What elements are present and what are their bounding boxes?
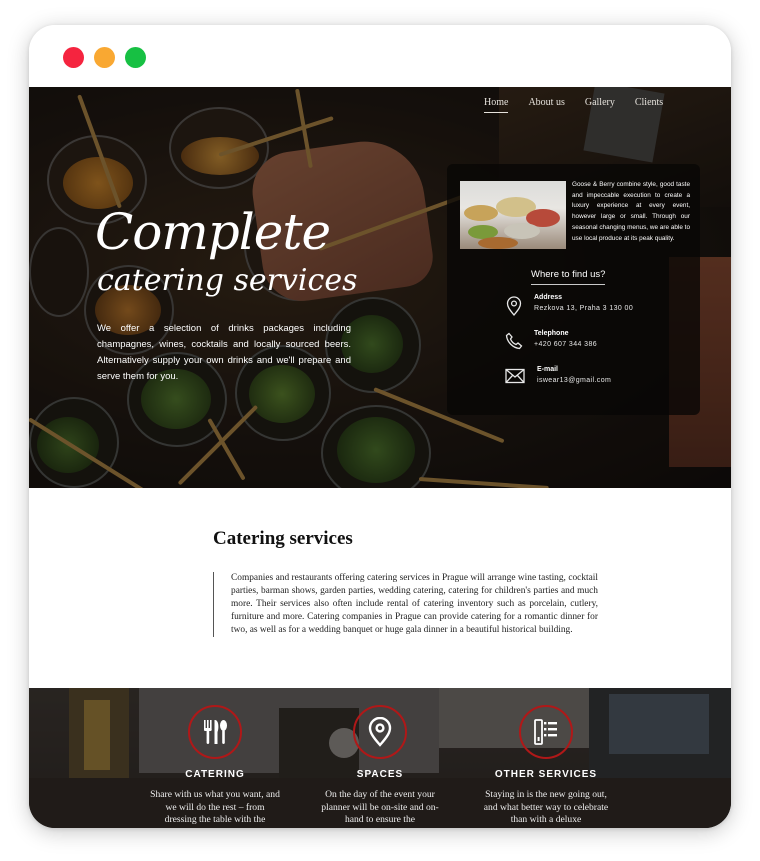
telephone-value[interactable]: +420 607 344 386	[534, 339, 597, 350]
minimize-button[interactable]	[94, 47, 115, 68]
location-pin-icon	[505, 296, 525, 317]
company-description: Goose & Berry combine style, good taste …	[572, 181, 690, 242]
section-body: Companies and restaurants offering cater…	[213, 572, 598, 637]
email-label: E-mail	[537, 366, 559, 373]
nav-gallery[interactable]: Gallery	[585, 97, 615, 113]
feature-title: SPACES	[356, 769, 404, 780]
feature-spaces[interactable]: SPACES On the day of the event your plan…	[300, 705, 460, 827]
contact-address: Address Rezkova 13, Praha 3 130 00	[505, 293, 634, 317]
hero-section: Home About us Gallery Clients Complete c…	[29, 87, 731, 488]
feature-description: Staying in is the new going out, and wha…	[483, 789, 609, 825]
email-value[interactable]: iswear13@gmail.com	[537, 375, 611, 386]
envelope-icon	[505, 368, 525, 388]
title-bar	[29, 25, 731, 87]
feature-title: OTHER SERVICES	[494, 769, 598, 780]
phone-icon	[505, 332, 525, 352]
nav-home[interactable]: Home	[484, 97, 509, 113]
main-navigation: Home About us Gallery Clients	[484, 97, 663, 113]
feature-title: CATERING	[185, 769, 245, 780]
nav-clients[interactable]: Clients	[635, 97, 663, 113]
address-label: Address	[534, 294, 563, 301]
buffet-photo	[460, 181, 566, 249]
feature-catering[interactable]: CATERING Share with us what you want, an…	[135, 705, 295, 827]
address-value: Rezkova 13, Praha 3 130 00	[534, 305, 634, 312]
feature-other-services[interactable]: OTHER SERVICES Staying in is the new goi…	[466, 705, 626, 827]
maximize-button[interactable]	[125, 47, 146, 68]
section-title: Catering services	[213, 528, 353, 549]
find-us-heading: Where to find us?	[531, 269, 606, 285]
cutlery-icon	[188, 705, 242, 759]
hero-title: Complete	[95, 203, 331, 261]
nav-about-us[interactable]: About us	[528, 97, 564, 113]
telephone-label: Telephone	[534, 330, 569, 337]
catering-services-section: Catering services Companies and restaura…	[29, 488, 731, 688]
hero-description: We offer a selection of drinks packages …	[97, 323, 351, 382]
feature-description: On the day of the event your planner wil…	[321, 789, 439, 825]
features-section: CATERING Share with us what you want, an…	[29, 688, 731, 828]
hero-subtitle: catering services	[97, 263, 358, 298]
map-pin-icon	[353, 705, 407, 759]
feature-description: Share with us what you want, and we will…	[150, 789, 280, 825]
browser-window: Home About us Gallery Clients Complete c…	[29, 25, 731, 828]
contact-telephone: Telephone +420 607 344 386	[505, 329, 597, 352]
contact-email: E-mail iswear13@gmail.com	[505, 365, 611, 388]
close-button[interactable]	[63, 47, 84, 68]
contact-info-card: Goose & Berry combine style, good taste …	[447, 164, 700, 415]
list-icon	[519, 705, 573, 759]
